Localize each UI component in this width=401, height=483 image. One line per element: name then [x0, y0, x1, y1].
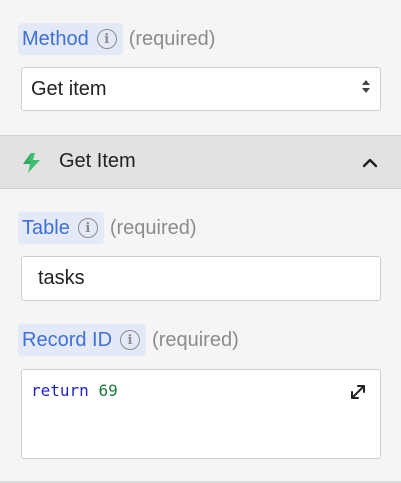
table-label: Table	[22, 216, 70, 239]
expand-icon[interactable]	[348, 382, 368, 402]
table-input[interactable]: tasks	[21, 256, 381, 301]
method-label-chip: Method i	[18, 23, 123, 55]
table-input-value: tasks	[38, 267, 85, 289]
code-keyword: return	[31, 381, 89, 400]
record-id-label-chip: Record ID i	[18, 324, 147, 356]
table-required-text: (required)	[109, 216, 197, 239]
method-label-row: Method i (required)	[18, 23, 215, 55]
record-id-label: Record ID	[22, 328, 113, 351]
info-icon[interactable]: i	[96, 29, 117, 49]
record-id-code-editor[interactable]: return 69	[21, 369, 381, 459]
code-line: return 69	[31, 381, 118, 400]
record-id-required-text: (required)	[152, 328, 239, 351]
record-id-label-row: Record ID i (required)	[18, 324, 239, 356]
get-item-section-header[interactable]: Get Item	[0, 135, 401, 189]
table-label-chip: Table i	[18, 212, 104, 244]
select-arrows-icon	[362, 80, 370, 93]
info-icon[interactable]: i	[77, 218, 98, 238]
method-select-value: Get item	[31, 77, 107, 100]
info-icon[interactable]: i	[120, 330, 141, 350]
section-title: Get Item	[59, 150, 136, 172]
method-select[interactable]: Get item	[21, 67, 381, 111]
chevron-up-icon[interactable]	[361, 154, 379, 172]
table-label-row: Table i (required)	[18, 212, 197, 244]
bolt-icon	[23, 153, 40, 173]
method-label: Method	[22, 27, 89, 50]
code-number: 69	[98, 381, 118, 400]
method-required-text: (required)	[128, 27, 216, 50]
